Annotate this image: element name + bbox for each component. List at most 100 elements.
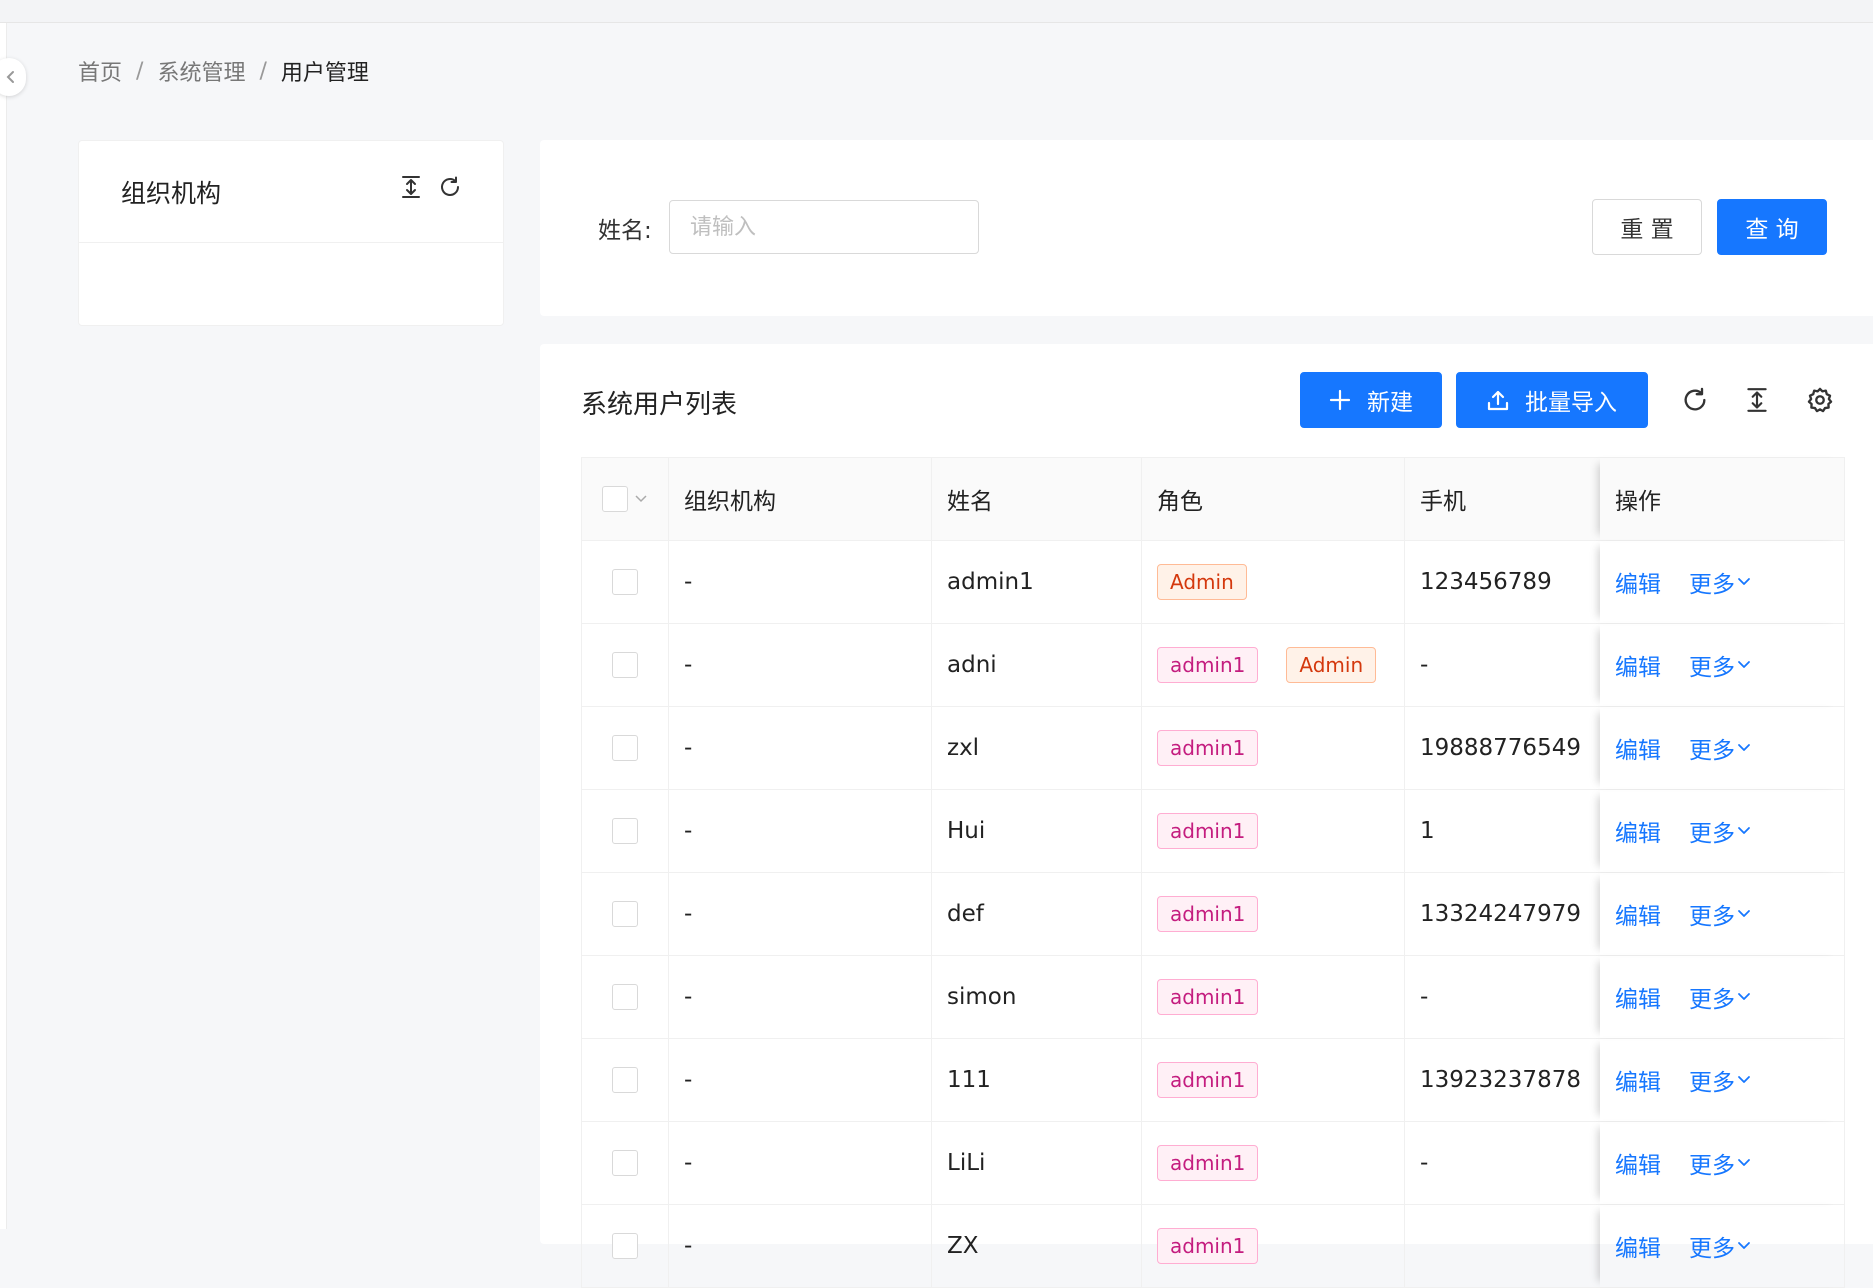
more-label: 更多	[1689, 1153, 1735, 1179]
cell-name: adni	[932, 624, 1142, 706]
refresh-icon[interactable]	[1679, 384, 1711, 416]
chevron-down-icon	[1737, 826, 1751, 836]
sidebar-collapse-button[interactable]	[0, 58, 26, 96]
more-dropdown[interactable]: 更多	[1689, 565, 1751, 599]
more-label: 更多	[1689, 1070, 1735, 1096]
cell-roles: admin1	[1142, 1039, 1405, 1121]
more-dropdown[interactable]: 更多	[1689, 897, 1751, 931]
cell-org: -	[669, 873, 932, 955]
more-dropdown[interactable]: 更多	[1689, 814, 1751, 848]
role-tag: admin1	[1157, 647, 1259, 683]
chevron-down-icon	[1737, 660, 1751, 670]
more-dropdown[interactable]: 更多	[1689, 731, 1751, 765]
edit-link[interactable]: 编辑	[1615, 980, 1661, 1014]
row-checkbox[interactable]	[612, 1067, 638, 1093]
column-header-actions: 操作	[1600, 458, 1845, 540]
new-user-label: 新建	[1367, 390, 1413, 416]
more-dropdown[interactable]: 更多	[1689, 1063, 1751, 1097]
edit-link[interactable]: 编辑	[1615, 731, 1661, 765]
more-dropdown[interactable]: 更多	[1689, 1146, 1751, 1180]
edit-link[interactable]: 编辑	[1615, 897, 1661, 931]
edit-link[interactable]: 编辑	[1615, 1146, 1661, 1180]
more-label: 更多	[1689, 572, 1735, 598]
role-tag: admin1	[1157, 1145, 1259, 1181]
row-checkbox[interactable]	[612, 1150, 638, 1176]
table-row: -111 admin1 13923237878 编辑 更多	[582, 1039, 1845, 1122]
more-label: 更多	[1689, 738, 1735, 764]
role-tag: Admin	[1157, 564, 1247, 600]
chevron-down-icon	[1737, 1241, 1751, 1251]
column-header-phone: 手机	[1420, 489, 1466, 515]
density-icon[interactable]	[1741, 384, 1773, 416]
cell-roles: admin1 Admin	[1142, 624, 1405, 706]
breadcrumb-section[interactable]: 系统管理	[157, 55, 245, 87]
cell-name: Hui	[932, 790, 1142, 872]
role-tag: admin1	[1157, 1228, 1259, 1264]
more-label: 更多	[1689, 987, 1735, 1013]
batch-import-label: 批量导入	[1525, 390, 1617, 416]
breadcrumb-current: 用户管理	[280, 61, 369, 86]
cell-org: -	[669, 624, 932, 706]
table-row: - Hui admin1 1 编辑 更多	[582, 790, 1845, 873]
cell-actions: 编辑 更多	[1600, 1122, 1845, 1204]
select-all-checkbox[interactable]	[602, 486, 628, 512]
cell-phone	[1405, 1205, 1600, 1287]
more-dropdown[interactable]: 更多	[1689, 980, 1751, 1014]
cell-org: -	[669, 790, 932, 872]
cell-phone: -	[1420, 652, 1429, 678]
edit-link[interactable]: 编辑	[1615, 565, 1661, 599]
table-row: - ZX admin1 编辑 更多	[582, 1205, 1845, 1288]
role-tag: Admin	[1286, 647, 1377, 683]
chevron-down-icon	[1737, 1075, 1751, 1085]
chevron-down-icon[interactable]	[634, 494, 648, 504]
batch-import-button[interactable]: 批量导入	[1456, 372, 1648, 428]
edit-link[interactable]: 编辑	[1615, 814, 1661, 848]
table-row: - zxl admin1 19888776549 编辑 更多	[582, 707, 1845, 790]
more-dropdown[interactable]: 更多	[1689, 648, 1751, 682]
table-row: - admin1 Admin 123456789 编辑 更多	[582, 541, 1845, 624]
query-button[interactable]: 查 询	[1717, 199, 1827, 255]
org-panel	[78, 140, 504, 326]
reset-button[interactable]: 重 置	[1592, 199, 1702, 255]
breadcrumb: 首页 / 系统管理 / 用户管理	[78, 55, 369, 87]
cell-roles: admin1	[1142, 1205, 1405, 1287]
row-select-cell	[582, 624, 669, 706]
role-tag: admin1	[1157, 1062, 1259, 1098]
cell-org: -	[669, 1039, 932, 1121]
breadcrumb-home[interactable]: 首页	[78, 55, 122, 87]
name-input[interactable]	[669, 200, 979, 254]
new-user-button[interactable]: 新建	[1300, 372, 1442, 428]
column-header-role: 角色	[1142, 458, 1405, 540]
refresh-icon[interactable]	[434, 171, 466, 203]
chevron-down-icon	[1737, 992, 1751, 1002]
edit-link[interactable]: 编辑	[1615, 1229, 1661, 1263]
cell-org: -	[669, 956, 932, 1038]
cell-actions: 编辑 更多	[1600, 873, 1845, 955]
row-checkbox[interactable]	[612, 818, 638, 844]
row-checkbox[interactable]	[612, 735, 638, 761]
more-label: 更多	[1689, 821, 1735, 847]
breadcrumb-separator: /	[136, 58, 144, 84]
row-checkbox[interactable]	[612, 652, 638, 678]
user-table: 组织机构 姓名 角色 手机 操作 - admin1 Admin 123456789 编辑…	[581, 457, 1845, 1288]
row-checkbox[interactable]	[612, 984, 638, 1010]
cell-phone: -	[1420, 984, 1429, 1010]
more-label: 更多	[1689, 904, 1735, 930]
name-label: 姓名:	[598, 218, 652, 244]
cell-roles: admin1	[1142, 707, 1405, 789]
collapse-vertical-icon[interactable]	[395, 171, 427, 203]
edit-link[interactable]: 编辑	[1615, 648, 1661, 682]
more-dropdown[interactable]: 更多	[1689, 1229, 1751, 1263]
cell-phone: 123456789	[1420, 569, 1552, 595]
cell-roles: admin1	[1142, 956, 1405, 1038]
cell-actions: 编辑 更多	[1600, 707, 1845, 789]
row-checkbox[interactable]	[612, 901, 638, 927]
edit-link[interactable]: 编辑	[1615, 1063, 1661, 1097]
cell-phone: 19888776549	[1420, 735, 1581, 761]
row-checkbox[interactable]	[612, 569, 638, 595]
row-checkbox[interactable]	[612, 1233, 638, 1259]
settings-icon[interactable]	[1804, 384, 1836, 416]
cell-org: -	[669, 541, 932, 623]
role-tag: admin1	[1157, 730, 1259, 766]
role-tag: admin1	[1157, 979, 1259, 1015]
